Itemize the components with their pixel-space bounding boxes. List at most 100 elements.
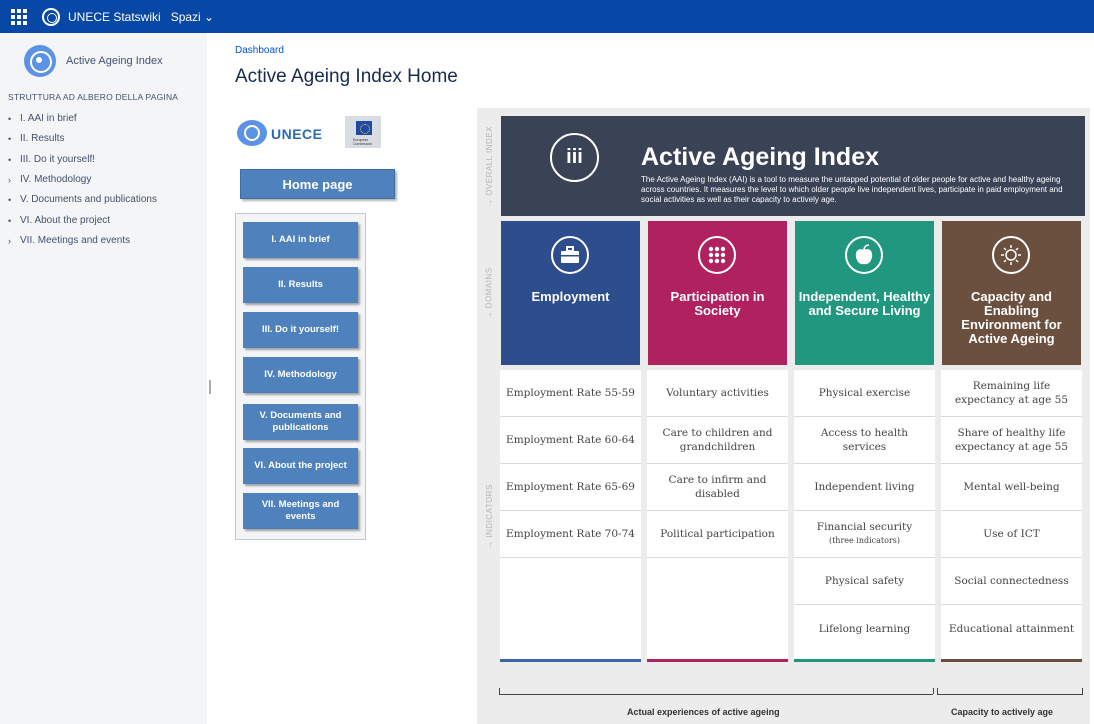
tree-item-label: V. Documents and publications: [20, 194, 157, 206]
eu-flag-icon: European Commission: [345, 116, 381, 148]
indicator-cell-financial[interactable]: Financial security (three indicators): [794, 511, 935, 558]
indicator-cell[interactable]: Care to infirm and disabled: [647, 464, 788, 511]
indicator-cell[interactable]: Voluntary activities: [647, 370, 788, 417]
indicator-cell[interactable]: Educational attainment: [941, 605, 1082, 652]
bullet-icon: •: [8, 154, 12, 165]
home-page-button[interactable]: Home page: [240, 169, 395, 199]
domain-employment[interactable]: Employment: [501, 221, 640, 365]
tree-item-label: I. AAI in brief: [20, 113, 77, 125]
nav-button-aai-in-brief[interactable]: I. AAI in brief: [243, 222, 358, 258]
tree-item-results[interactable]: • II. Results: [8, 129, 157, 149]
domain-capacity[interactable]: Capacity and Enabling Environment for Ac…: [942, 221, 1081, 365]
tree-item-label: VI. About the project: [20, 214, 111, 226]
indicator-cell[interactable]: Employment Rate 60-64: [500, 417, 641, 464]
indicators-employment: Employment Rate 55-59 Employment Rate 60…: [500, 370, 641, 662]
sidebar-resize-handle[interactable]: [209, 380, 211, 394]
brand-logos: UNECE European Commission: [235, 110, 400, 154]
expand-chevron-icon[interactable]: ›: [8, 170, 20, 190]
indicator-cell[interactable]: Access to health services: [794, 417, 935, 464]
sidebar: Active Ageing Index STRUTTURA AD ALBERO …: [0, 33, 207, 724]
briefcase-icon: [551, 236, 589, 274]
domain-name: Participation in Society: [670, 289, 765, 318]
spaces-menu[interactable]: Spazi ⌄: [171, 10, 214, 24]
nav-button-do-it-yourself[interactable]: III. Do it yourself!: [243, 312, 358, 348]
indicator-cell[interactable]: Social connectedness: [941, 558, 1082, 605]
tree-item-about[interactable]: • VI. About the project: [8, 210, 157, 230]
sun-icon: [992, 236, 1030, 274]
indicators-capacity: Remaining life expectancy at age 55 Shar…: [941, 370, 1082, 662]
hero-description: The Active Ageing Index (AAI) is a tool …: [641, 175, 1063, 204]
nav-button-methodology[interactable]: IV. Methodology: [243, 357, 358, 393]
space-name[interactable]: Active Ageing Index: [66, 55, 163, 67]
page-tree-title: STRUTTURA AD ALBERO DELLA PAGINA: [8, 92, 179, 102]
bracket-tick: [933, 688, 934, 694]
eu-logo-text: European Commission: [353, 138, 373, 146]
un-logo-icon[interactable]: [42, 7, 60, 26]
domain-color-bar: [794, 659, 935, 662]
indicators-independent-living: Physical exercise Access to health servi…: [794, 370, 935, 662]
expand-chevron-icon[interactable]: ›: [8, 231, 20, 251]
bracket-tick: [499, 688, 500, 694]
experience-capacity-bracket: Actual experiences of active ageing Capa…: [477, 676, 1090, 724]
site-name[interactable]: UNECE Statswiki: [68, 10, 161, 24]
nav-button-meetings[interactable]: VII. Meetings and events: [243, 493, 358, 529]
indicator-cell[interactable]: Physical safety: [794, 558, 935, 605]
nav-button-documents[interactable]: V. Documents and publications: [243, 404, 358, 440]
tree-item-label: II. Results: [20, 133, 65, 145]
breadcrumb[interactable]: Dashboard: [235, 45, 284, 56]
tree-item-meetings[interactable]: › VII. Meetings and events: [8, 231, 157, 251]
page-title: Active Ageing Index Home: [235, 66, 458, 87]
bullet-icon: •: [8, 114, 12, 125]
tree-item-documents[interactable]: • V. Documents and publications: [8, 190, 157, 210]
indicator-cell[interactable]: Employment Rate 70-74: [500, 511, 641, 558]
domains-label-text: → DOMAINS: [484, 266, 494, 320]
bracket-tick: [1082, 688, 1083, 694]
app-switcher-icon[interactable]: [10, 8, 28, 26]
domain-independent-living[interactable]: Independent, Healthy and Secure Living: [795, 221, 934, 365]
bracket-line-left: [499, 694, 933, 695]
tree-item-aai-in-brief[interactable]: • I. AAI in brief: [8, 109, 157, 129]
domain-color-bar: [941, 659, 1082, 662]
bullet-icon: •: [8, 134, 12, 145]
indicator-cell[interactable]: Lifelong learning: [794, 605, 935, 652]
apple-icon: [845, 236, 883, 274]
space-header[interactable]: Active Ageing Index: [0, 33, 207, 77]
capacity-label: Capacity to actively age: [951, 707, 1054, 717]
nav-button-about[interactable]: VI. About the project: [243, 448, 358, 484]
indicator-cell[interactable]: Share of healthy life expectancy at age …: [941, 417, 1082, 464]
indicators-label-text: → INDICATORS: [484, 483, 494, 549]
indicator-cell[interactable]: Care to children and grandchildren: [647, 417, 788, 464]
indicator-cell[interactable]: Independent living: [794, 464, 935, 511]
aai-infographic: → OVERALL INDEX → DOMAINS → INDICATORS i…: [477, 108, 1090, 724]
indicator-label: Financial security: [816, 521, 913, 533]
tree-item-methodology[interactable]: › IV. Methodology: [8, 170, 157, 190]
indicator-cell[interactable]: Physical exercise: [794, 370, 935, 417]
indicator-cell[interactable]: Employment Rate 65-69: [500, 464, 641, 511]
unece-logo-text: UNECE: [271, 126, 323, 142]
domain-name: Capacity and Enabling Environment for Ac…: [961, 289, 1062, 346]
overall-index-label-text: → OVERALL INDEX: [484, 125, 494, 207]
indicators-participation: Voluntary activities Care to children an…: [647, 370, 788, 662]
domain-participation[interactable]: Participation in Society: [648, 221, 787, 365]
indicator-cell[interactable]: Use of ICT: [941, 511, 1082, 558]
domain-color-bar: [647, 659, 788, 662]
indicator-cell[interactable]: Political participation: [647, 511, 788, 558]
indicator-note: (three indicators): [828, 536, 901, 545]
bracket-tick: [937, 688, 938, 694]
indicator-cell[interactable]: Employment Rate 55-59: [500, 370, 641, 417]
nav-button-results[interactable]: II. Results: [243, 267, 358, 303]
indicator-cell[interactable]: Mental well-being: [941, 464, 1082, 511]
tree-item-label: IV. Methodology: [20, 174, 92, 186]
space-avatar-icon: [24, 45, 56, 77]
nav-button-panel: I. AAI in brief II. Results III. Do it y…: [235, 213, 366, 540]
top-navigation-bar: UNECE Statswiki Spazi ⌄: [0, 0, 1094, 33]
overall-index-banner: iii Active Ageing Index The Active Agein…: [501, 116, 1085, 216]
hero-title: Active Ageing Index: [641, 143, 880, 171]
bracket-line-right: [937, 694, 1083, 695]
actual-experiences-label: Actual experiences of active ageing: [627, 707, 780, 717]
domains-label: → DOMAINS: [479, 221, 499, 365]
page-tree: • I. AAI in brief • II. Results • III. Do i…: [8, 109, 157, 251]
indicator-cell[interactable]: Remaining life expectancy at age 55: [941, 370, 1082, 417]
tree-item-do-it-yourself[interactable]: • III. Do it yourself!: [8, 150, 157, 170]
tree-item-label: VII. Meetings and events: [20, 234, 131, 246]
